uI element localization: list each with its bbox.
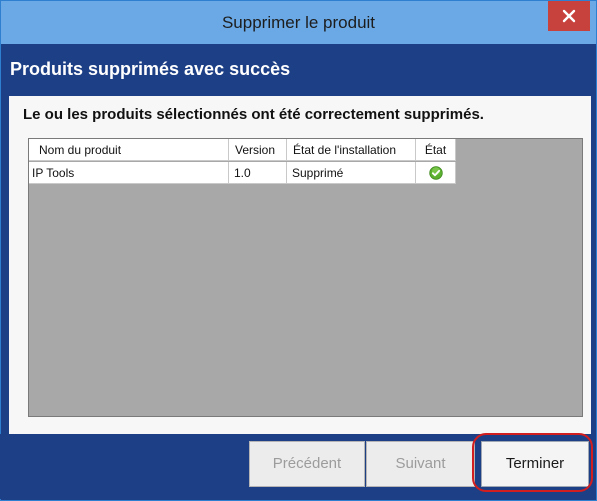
previous-button[interactable]: Précédent [249, 441, 365, 487]
status-cell [416, 162, 456, 184]
product-version-cell: 1.0 [229, 162, 287, 184]
finish-button[interactable]: Terminer [481, 441, 589, 487]
check-circle-icon [428, 166, 443, 180]
column-header-status[interactable]: État [416, 139, 456, 161]
column-header-version[interactable]: Version [229, 139, 287, 161]
page-heading: Produits supprimés avec succès [10, 59, 291, 79]
products-table: Nom du produit Version État de l'install… [28, 138, 583, 417]
close-icon [562, 9, 576, 23]
column-header-name[interactable]: Nom du produit [29, 139, 229, 161]
close-button[interactable] [548, 1, 590, 31]
result-message: Le ou les produits sélectionnés ont été … [23, 106, 484, 123]
next-button[interactable]: Suivant [366, 441, 475, 487]
table-header: Nom du produit Version État de l'install… [29, 139, 456, 161]
table-row[interactable]: IP Tools 1.0 Supprimé [29, 162, 456, 184]
install-state-cell: Supprimé [287, 162, 416, 184]
product-name-cell: IP Tools [29, 162, 229, 184]
column-header-install-state[interactable]: État de l'installation [287, 139, 416, 161]
window-title: Supprimer le produit [221, 13, 376, 32]
